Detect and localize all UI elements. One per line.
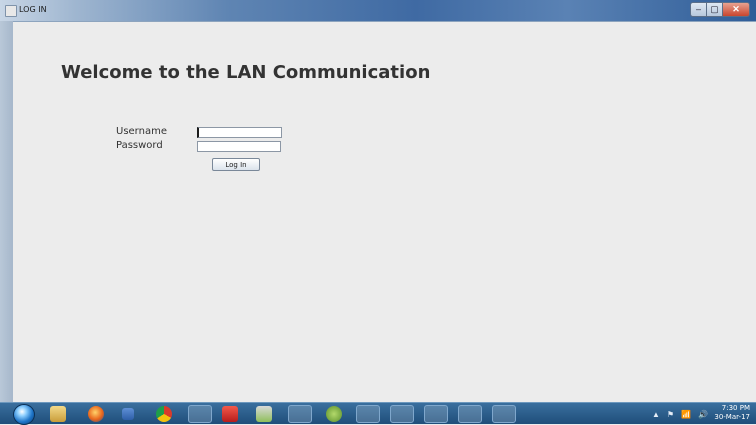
media-player-icon[interactable] [122, 408, 134, 420]
password-field[interactable] [197, 141, 281, 152]
minimize-button[interactable]: – [690, 2, 706, 17]
password-label: Password [116, 140, 163, 151]
start-orb[interactable] [13, 404, 35, 425]
clock-date: 30-Mar-17 [714, 413, 750, 421]
app-icon[interactable] [356, 405, 380, 423]
java-app-icon [5, 5, 17, 17]
android-icon[interactable] [326, 406, 342, 422]
window-title: LOG IN [19, 5, 47, 14]
taskbar: ▲ ⚑ 📶 🔊 7:30 PM 30-Mar-17 [0, 402, 756, 425]
java-icon[interactable] [492, 405, 516, 423]
app-icon[interactable] [256, 406, 272, 422]
java-icon[interactable] [390, 405, 414, 423]
action-center-flag-icon[interactable]: ⚑ [667, 410, 674, 419]
page-title: Welcome to the LAN Communication [61, 62, 431, 83]
chrome-icon[interactable] [156, 406, 172, 422]
java-icon[interactable] [458, 405, 482, 423]
network-signal-icon[interactable]: 📶 [681, 410, 691, 419]
chrome-icon[interactable] [288, 405, 312, 423]
maximize-button[interactable]: ▢ [706, 2, 722, 17]
system-tray: ▲ ⚑ 📶 🔊 [652, 407, 708, 421]
window-frame-left [0, 21, 13, 402]
show-hidden-icons-icon[interactable]: ▲ [652, 410, 660, 419]
app-icon[interactable] [222, 406, 238, 422]
username-field[interactable] [197, 127, 282, 138]
clock-time: 7:30 PM [721, 404, 750, 412]
file-explorer-icon[interactable] [50, 406, 66, 422]
title-bar[interactable]: LOG IN – ▢ ✕ [0, 0, 756, 22]
username-label: Username [116, 126, 167, 137]
app-icon[interactable] [188, 405, 212, 423]
clock[interactable]: 7:30 PM 30-Mar-17 [714, 404, 750, 422]
login-button[interactable]: Log In [212, 158, 260, 171]
close-button[interactable]: ✕ [722, 2, 750, 17]
volume-icon[interactable]: 🔊 [698, 410, 708, 419]
window-controls: – ▢ ✕ [690, 2, 750, 17]
firefox-icon[interactable] [88, 406, 104, 422]
app-icon[interactable] [424, 405, 448, 423]
